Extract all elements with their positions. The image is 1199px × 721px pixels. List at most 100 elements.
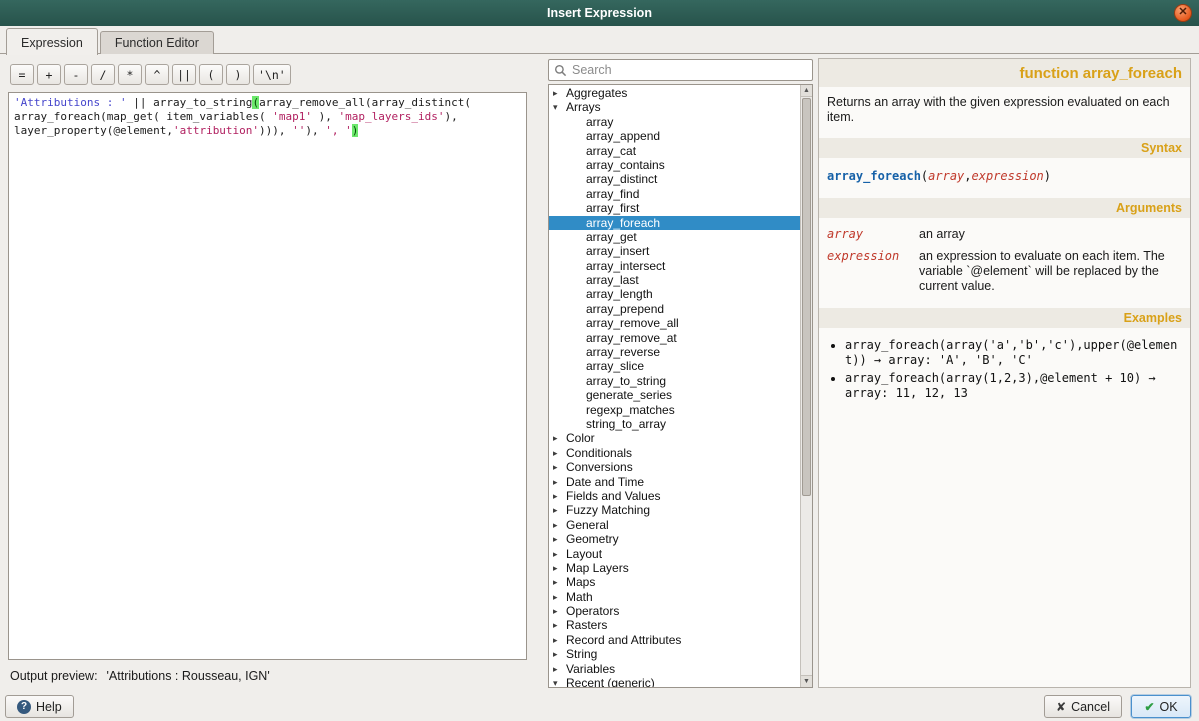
chevron-right-icon[interactable]: ▸: [553, 575, 566, 589]
operator-button-minus[interactable]: -: [64, 64, 88, 85]
tree-item-label: array_reverse: [586, 345, 660, 359]
tree-scrollbar[interactable]: ▲ ▼: [800, 85, 812, 687]
tree-group-map-layers[interactable]: ▸Map Layers: [549, 561, 800, 575]
code-line: array_foreach(map_get( item_variables( '…: [14, 110, 521, 124]
tree-group-rasters[interactable]: ▸Rasters: [549, 618, 800, 632]
scroll-up-icon[interactable]: ▲: [801, 85, 812, 97]
operator-button-concat[interactable]: ||: [172, 64, 196, 85]
ok-button[interactable]: ✔ OK: [1131, 695, 1191, 718]
tree-item-array-first[interactable]: array_first: [549, 201, 800, 215]
cancel-button[interactable]: ✘ Cancel: [1044, 695, 1122, 718]
help-description: Returns an array with the given expressi…: [819, 87, 1190, 138]
tree-group-record-and-attributes[interactable]: ▸Record and Attributes: [549, 633, 800, 647]
chevron-down-icon[interactable]: ▾: [553, 100, 566, 114]
tree-group-geometry[interactable]: ▸Geometry: [549, 532, 800, 546]
tree-item-array-insert[interactable]: array_insert: [549, 244, 800, 258]
arguments-header: Arguments: [819, 198, 1190, 218]
chevron-right-icon[interactable]: ▸: [553, 489, 566, 503]
arguments-list: arrayan arrayexpressionan expression to …: [819, 218, 1190, 308]
tree-group-aggregates[interactable]: ▸Aggregates: [549, 86, 800, 100]
tree-item-label: Color: [566, 431, 595, 445]
operator-button-power[interactable]: ^: [145, 64, 169, 85]
tree-item-array-distinct[interactable]: array_distinct: [549, 172, 800, 186]
tree-group-fields-and-values[interactable]: ▸Fields and Values: [549, 489, 800, 503]
tree-item-array-last[interactable]: array_last: [549, 273, 800, 287]
tree-group-date-and-time[interactable]: ▸Date and Time: [549, 475, 800, 489]
chevron-right-icon[interactable]: ▸: [553, 590, 566, 604]
tree-group-fuzzy-matching[interactable]: ▸Fuzzy Matching: [549, 503, 800, 517]
tree-item-generate-series[interactable]: generate_series: [549, 388, 800, 402]
chevron-right-icon[interactable]: ▸: [553, 460, 566, 474]
chevron-right-icon[interactable]: ▸: [553, 532, 566, 546]
search-input[interactable]: [572, 63, 807, 77]
example-item: array_foreach(array('a','b','c'),upper(@…: [845, 338, 1180, 368]
tree-group-layout[interactable]: ▸Layout: [549, 547, 800, 561]
tree-item-array-remove-all[interactable]: array_remove_all: [549, 316, 800, 330]
tree-group-math[interactable]: ▸Math: [549, 590, 800, 604]
tree-item-array-remove-at[interactable]: array_remove_at: [549, 331, 800, 345]
search-box[interactable]: [548, 59, 813, 81]
expression-editor[interactable]: 'Attributions : ' || array_to_string(arr…: [8, 92, 527, 660]
tree-group-operators[interactable]: ▸Operators: [549, 604, 800, 618]
tree-item-array-length[interactable]: array_length: [549, 287, 800, 301]
tab-expression[interactable]: Expression: [6, 28, 98, 55]
chevron-right-icon[interactable]: ▸: [553, 503, 566, 517]
close-icon[interactable]: ✕: [1174, 4, 1192, 22]
scroll-down-icon[interactable]: ▼: [801, 675, 812, 687]
chevron-right-icon[interactable]: ▸: [553, 431, 566, 445]
operator-button-divide[interactable]: /: [91, 64, 115, 85]
tree-item-label: array_find: [586, 187, 639, 201]
tree-item-label: array_append: [586, 129, 660, 143]
operator-button-close-paren[interactable]: ): [226, 64, 250, 85]
chevron-right-icon[interactable]: ▸: [553, 647, 566, 661]
chevron-right-icon[interactable]: ▸: [553, 633, 566, 647]
chevron-right-icon[interactable]: ▸: [553, 604, 566, 618]
chevron-right-icon[interactable]: ▸: [553, 86, 566, 100]
chevron-right-icon[interactable]: ▸: [553, 561, 566, 575]
tree-item-array-to-string[interactable]: array_to_string: [549, 374, 800, 388]
tree-item-array-intersect[interactable]: array_intersect: [549, 259, 800, 273]
cancel-button-label: Cancel: [1071, 700, 1110, 714]
tree-item-array-reverse[interactable]: array_reverse: [549, 345, 800, 359]
tree-item-array-append[interactable]: array_append: [549, 129, 800, 143]
chevron-right-icon[interactable]: ▸: [553, 618, 566, 632]
tree-item-array-foreach[interactable]: array_foreach: [549, 216, 800, 230]
chevron-right-icon[interactable]: ▸: [553, 547, 566, 561]
tree-item-label: String: [566, 647, 597, 661]
tree-item-array-find[interactable]: array_find: [549, 187, 800, 201]
tree-item-array-contains[interactable]: array_contains: [549, 158, 800, 172]
scrollbar-thumb[interactable]: [802, 98, 811, 496]
operator-button-open-paren[interactable]: (: [199, 64, 223, 85]
tree-group-conditionals[interactable]: ▸Conditionals: [549, 446, 800, 460]
chevron-right-icon[interactable]: ▸: [553, 518, 566, 532]
operator-button-plus[interactable]: +: [37, 64, 61, 85]
tree-item-array-slice[interactable]: array_slice: [549, 359, 800, 373]
tree-item-array[interactable]: array: [549, 115, 800, 129]
tree-item-label: Recent (generic): [566, 676, 655, 688]
tree-group-maps[interactable]: ▸Maps: [549, 575, 800, 589]
tree-group-conversions[interactable]: ▸Conversions: [549, 460, 800, 474]
tree-group-recent-generic[interactable]: ▾Recent (generic): [549, 676, 800, 688]
titlebar[interactable]: Insert Expression ✕: [0, 0, 1199, 26]
chevron-right-icon[interactable]: ▸: [553, 446, 566, 460]
operator-button-newline[interactable]: '\n': [253, 64, 291, 85]
tree-group-string[interactable]: ▸String: [549, 647, 800, 661]
tree-item-array-cat[interactable]: array_cat: [549, 144, 800, 158]
chevron-right-icon[interactable]: ▸: [553, 662, 566, 676]
chevron-down-icon[interactable]: ▾: [553, 676, 566, 688]
operator-button-equals[interactable]: =: [10, 64, 34, 85]
tree-group-general[interactable]: ▸General: [549, 518, 800, 532]
tree-item-array-prepend[interactable]: array_prepend: [549, 302, 800, 316]
tree-item-string-to-array[interactable]: string_to_array: [549, 417, 800, 431]
tree-group-variables[interactable]: ▸Variables: [549, 662, 800, 676]
tree-item-regexp-matches[interactable]: regexp_matches: [549, 403, 800, 417]
tab-function-editor[interactable]: Function Editor: [100, 31, 214, 54]
chevron-right-icon[interactable]: ▸: [553, 475, 566, 489]
tree-item-label: Record and Attributes: [566, 633, 681, 647]
help-button[interactable]: ? Help: [5, 695, 74, 718]
tree-group-color[interactable]: ▸Color: [549, 431, 800, 445]
tree-group-arrays[interactable]: ▾Arrays: [549, 100, 800, 114]
tree-item-label: General: [566, 518, 609, 532]
tree-item-array-get[interactable]: array_get: [549, 230, 800, 244]
operator-button-multiply[interactable]: *: [118, 64, 142, 85]
